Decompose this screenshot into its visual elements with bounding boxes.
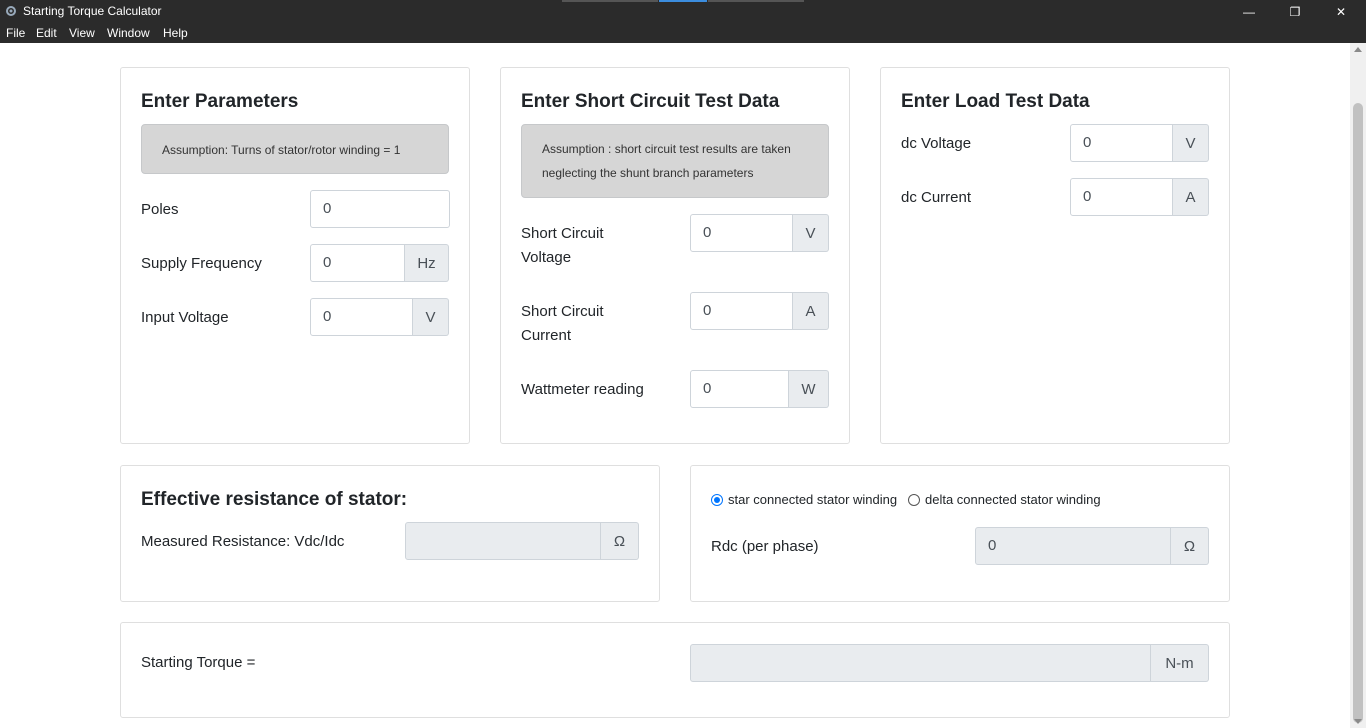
v-unit-addon: V [413,298,449,336]
wattmeter-input[interactable]: 0 [690,370,789,408]
app-gear-icon [6,6,16,16]
starting-torque-output [690,644,1151,682]
rdc-label: Rdc (per phase) [711,538,819,555]
sc-current-label-line2: Current [521,327,572,344]
minimize-button[interactable]: — [1226,0,1272,23]
sc-v-unit-addon: V [793,214,829,252]
rdc-ohm-unit-addon: Ω [1171,527,1209,565]
input-voltage-input[interactable]: 0 [310,298,413,336]
radio-checked-icon[interactable] [711,493,723,506]
nm-unit-addon: N-m [1151,644,1209,682]
sc-current-label-line1: Short Circuit [521,303,604,320]
short-circuit-card: Enter Short Circuit Test Data Assumption… [500,67,850,444]
note-line-2: neglecting the shunt branch parameters [542,166,754,180]
parameters-assumption-note: Assumption: Turns of stator/rotor windin… [141,124,449,174]
sc-voltage-input[interactable]: 0 [690,214,793,252]
poles-input-group: 0 [310,190,450,228]
torque-input-group: N-m [690,644,1209,682]
scrollbar-thumb[interactable] [1353,103,1363,723]
maximize-button[interactable]: ❐ [1272,0,1318,23]
menu-help[interactable]: Help [163,26,188,40]
parameters-title: Enter Parameters [141,91,299,112]
title-accent-left [562,0,658,2]
measured-resistance-label: Measured Resistance: Vdc/Idc [141,533,345,550]
poles-label: Poles [141,201,179,218]
star-winding-label: star connected stator winding [728,492,898,507]
dc-current-input-group: 0 A [1070,178,1209,216]
menu-bar: File Edit View Window Help [0,23,1366,43]
rdc-output: 0 [975,527,1171,565]
stator-resistance-card: Effective resistance of stator: Measured… [120,465,660,602]
note-line-1: Assumption : short circuit test results … [542,142,791,156]
scroll-down-arrow-icon[interactable] [1354,719,1362,724]
ohm-unit-addon: Ω [601,522,639,560]
delta-winding-radio[interactable]: delta connected stator winding [908,492,1101,507]
short-circuit-assumption-note: Assumption : short circuit test results … [521,124,829,198]
supply-frequency-input[interactable]: 0 [310,244,405,282]
parameters-card: Enter Parameters Assumption: Turns of st… [120,67,470,444]
title-accent-right [708,0,804,2]
title-bar: Starting Torque Calculator — ❐ ✕ [0,0,1366,23]
delta-winding-label: delta connected stator winding [925,492,1101,507]
vertical-scrollbar[interactable] [1350,43,1366,728]
dc-current-label: dc Current [901,189,972,206]
measured-resistance-input-group: Ω [405,522,639,560]
dc-voltage-label: dc Voltage [901,135,972,152]
starting-torque-label: Starting Torque = [141,654,256,671]
wattmeter-input-group: 0 W [690,370,829,408]
winding-card: star connected stator winding delta conn… [690,465,1230,602]
sc-current-input-group: 0 A [690,292,829,330]
close-button[interactable]: ✕ [1318,0,1364,23]
w-unit-addon: W [789,370,829,408]
radio-unchecked-icon[interactable] [908,493,920,506]
dc-voltage-input-group: 0 V [1070,124,1209,162]
sc-current-input[interactable]: 0 [690,292,793,330]
input-voltage-input-group: 0 V [310,298,449,336]
torque-card: Starting Torque = N-m [120,622,1230,718]
wattmeter-label: Wattmeter reading [521,381,644,398]
sc-a-unit-addon: A [793,292,829,330]
sc-voltage-label: Short Circuit Voltage [521,222,604,270]
short-circuit-title: Enter Short Circuit Test Data [521,91,780,112]
sc-current-label: Short Circuit Current [521,300,604,348]
dc-voltage-input[interactable]: 0 [1070,124,1173,162]
rdc-input-group: 0 Ω [975,527,1209,565]
dc-a-unit-addon: A [1173,178,1209,216]
stator-resistance-title: Effective resistance of stator: [141,489,408,510]
menu-file[interactable]: File [6,26,25,40]
supply-frequency-label: Supply Frequency [141,255,262,272]
sc-voltage-label-line2: Voltage [521,249,572,266]
dc-current-input[interactable]: 0 [1070,178,1173,216]
sc-voltage-input-group: 0 V [690,214,829,252]
title-accent-center [659,0,707,2]
load-test-card: Enter Load Test Data dc Voltage 0 V dc C… [880,67,1230,444]
dc-v-unit-addon: V [1173,124,1209,162]
poles-input[interactable]: 0 [310,190,450,228]
star-winding-radio[interactable]: star connected stator winding [711,492,897,507]
load-test-title: Enter Load Test Data [901,91,1090,112]
sc-voltage-label-line1: Short Circuit [521,225,604,242]
menu-view[interactable]: View [69,26,95,40]
scroll-up-arrow-icon[interactable] [1354,47,1362,52]
menu-window[interactable]: Window [107,26,150,40]
window-title: Starting Torque Calculator [23,4,162,18]
hz-unit-addon: Hz [405,244,449,282]
menu-edit[interactable]: Edit [36,26,57,40]
input-voltage-label: Input Voltage [141,309,229,326]
supply-frequency-input-group: 0 Hz [310,244,449,282]
measured-resistance-output [405,522,601,560]
